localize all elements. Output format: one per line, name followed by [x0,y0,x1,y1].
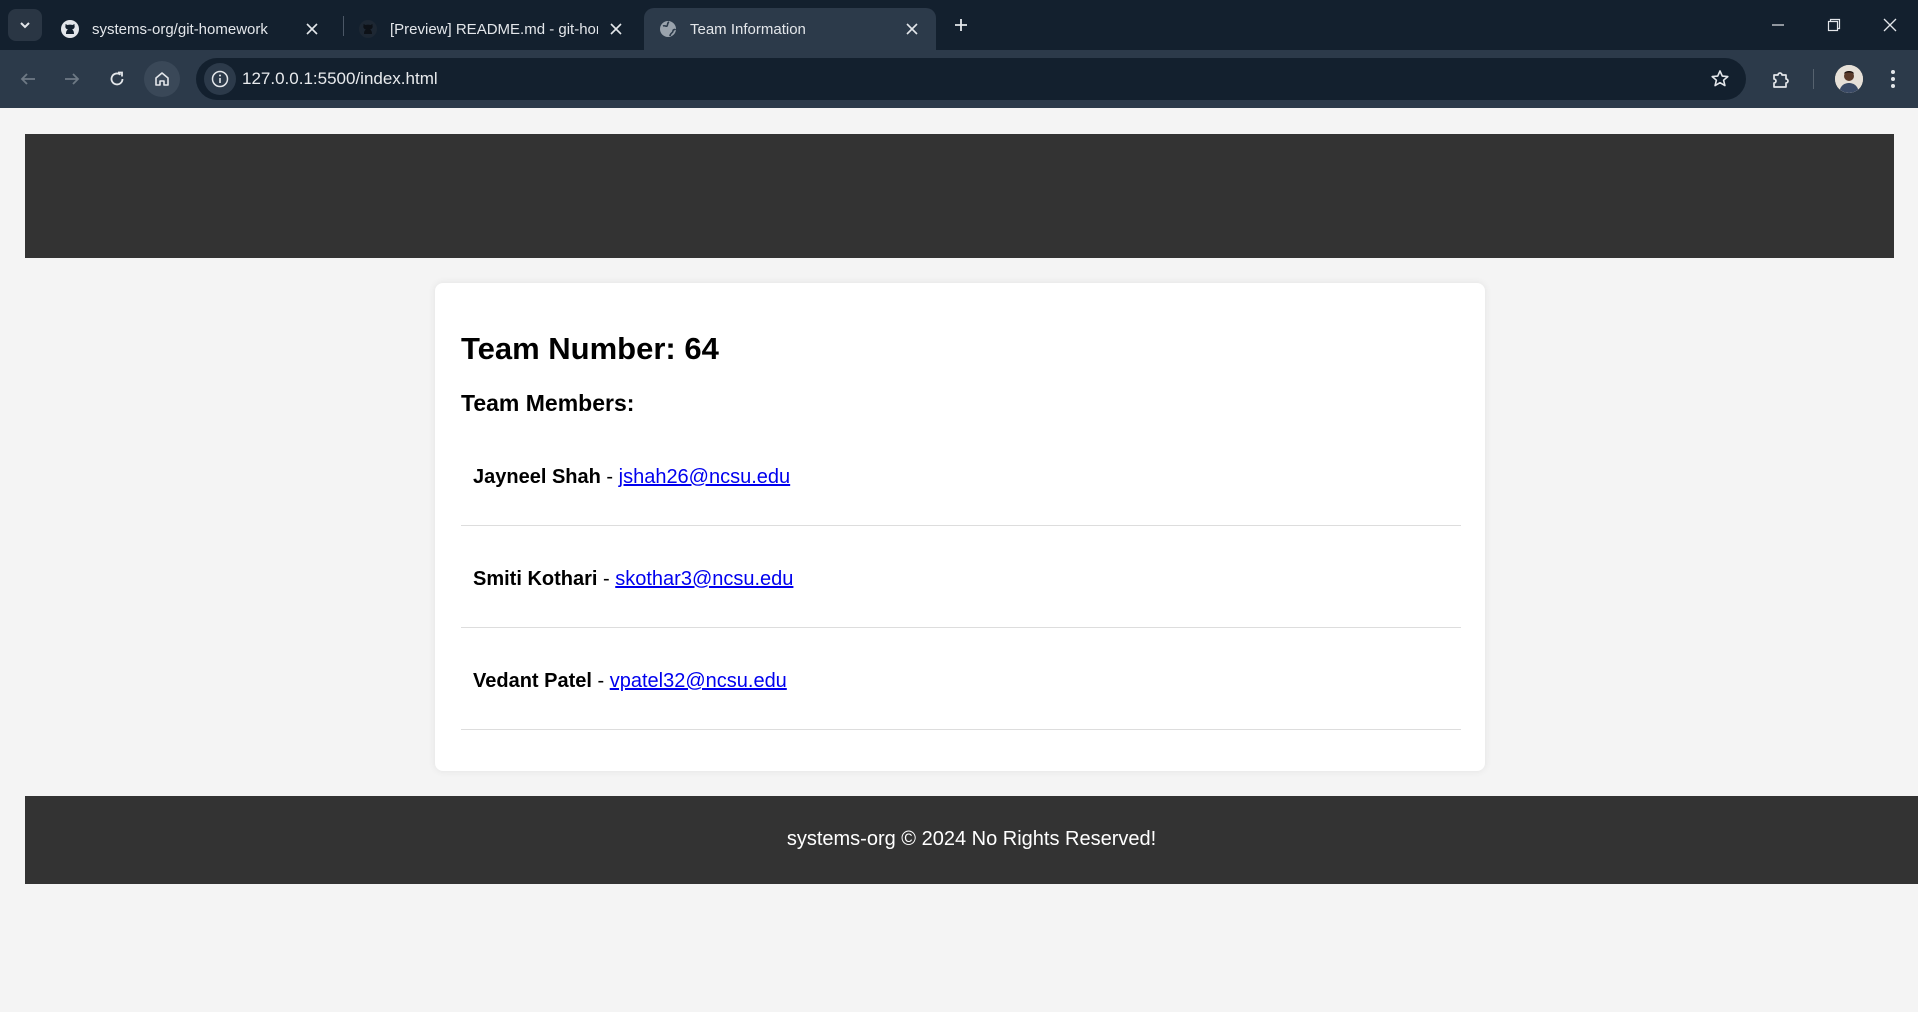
arrow-right-icon [65,73,80,85]
globe-icon [658,19,678,39]
tab-title: [Preview] README.md - git-hon [390,20,598,38]
tab-github-repo[interactable]: systems-org/git-homework [46,8,336,50]
plus-icon [955,19,967,31]
reload-icon [110,71,124,86]
member-separator: - [600,466,619,488]
browser-toolbar: 127.0.0.1:5500/index.html [0,50,1918,108]
bookmark-star-icon[interactable] [1708,67,1732,91]
member-email-link[interactable]: vpatel32@ncsu.edu [610,670,787,692]
reload-button[interactable] [99,61,135,97]
footer-text: systems-org © 2024 No Rights Reserved! [786,828,1157,850]
close-window-button[interactable] [1862,0,1918,50]
site-info-icon[interactable] [204,63,236,95]
list-item: Jayneel Shah - jshah26@ncsu.edu [461,424,1461,526]
github-icon [358,19,378,39]
member-email-link[interactable]: jshah26@ncsu.edu [619,466,791,488]
minimize-button[interactable] [1750,0,1806,50]
browser-menu-button[interactable] [1878,64,1908,94]
tab-readme-preview[interactable]: [Preview] README.md - git-hon [344,8,640,50]
member-separator: - [591,670,610,692]
restore-button[interactable] [1806,0,1862,50]
team-members-heading: Team Members: [461,390,635,416]
member-separator: - [597,568,616,590]
web-page: Team Number: 64 Team Members: Jayneel Sh… [0,108,1918,1012]
back-button[interactable] [10,61,46,97]
tab-title: systems-org/git-homework [92,20,268,38]
kebab-menu-icon [1891,70,1895,88]
url-text[interactable]: 127.0.0.1:5500/index.html [242,69,438,89]
close-tab-icon[interactable] [606,19,626,39]
home-icon [155,72,169,86]
member-email-link[interactable]: skothar3@ncsu.edu [615,568,793,590]
member-name: Jayneel Shah [473,466,601,488]
tab-title: Team Information [690,20,806,38]
close-icon [1883,18,1897,32]
forward-button[interactable] [54,61,90,97]
list-item: Vedant Patel - vpatel32@ncsu.edu [461,628,1461,730]
tab-team-information[interactable]: Team Information [644,8,936,50]
member-name: Smiti Kothari [473,568,598,590]
profile-avatar[interactable] [1835,65,1863,93]
toolbar-divider [1813,69,1814,89]
home-button[interactable] [144,61,180,97]
team-card: Team Number: 64 Team Members: Jayneel Sh… [435,283,1485,771]
browser-tabstrip: systems-org/git-homework [Preview] READM… [0,0,1918,50]
chevron-down-icon [20,22,30,29]
minimize-icon [1772,24,1784,26]
new-tab-button[interactable] [946,10,976,40]
restore-icon [1827,18,1841,32]
github-icon [60,19,80,39]
member-name: Vedant Patel [473,670,592,692]
arrow-left-icon [20,73,35,85]
site-header [25,134,1894,258]
close-tab-icon[interactable] [302,19,322,39]
puzzle-icon [1773,72,1789,88]
tab-search-button[interactable] [8,9,42,41]
site-footer: systems-org © 2024 No Rights Reserved! [25,796,1918,884]
extensions-button[interactable] [1766,64,1796,94]
list-item: Smiti Kothari - skothar3@ncsu.edu [461,526,1461,628]
close-tab-icon[interactable] [902,19,922,39]
team-number-heading: Team Number: 64 [461,331,719,366]
address-bar[interactable]: 127.0.0.1:5500/index.html [196,58,1746,100]
